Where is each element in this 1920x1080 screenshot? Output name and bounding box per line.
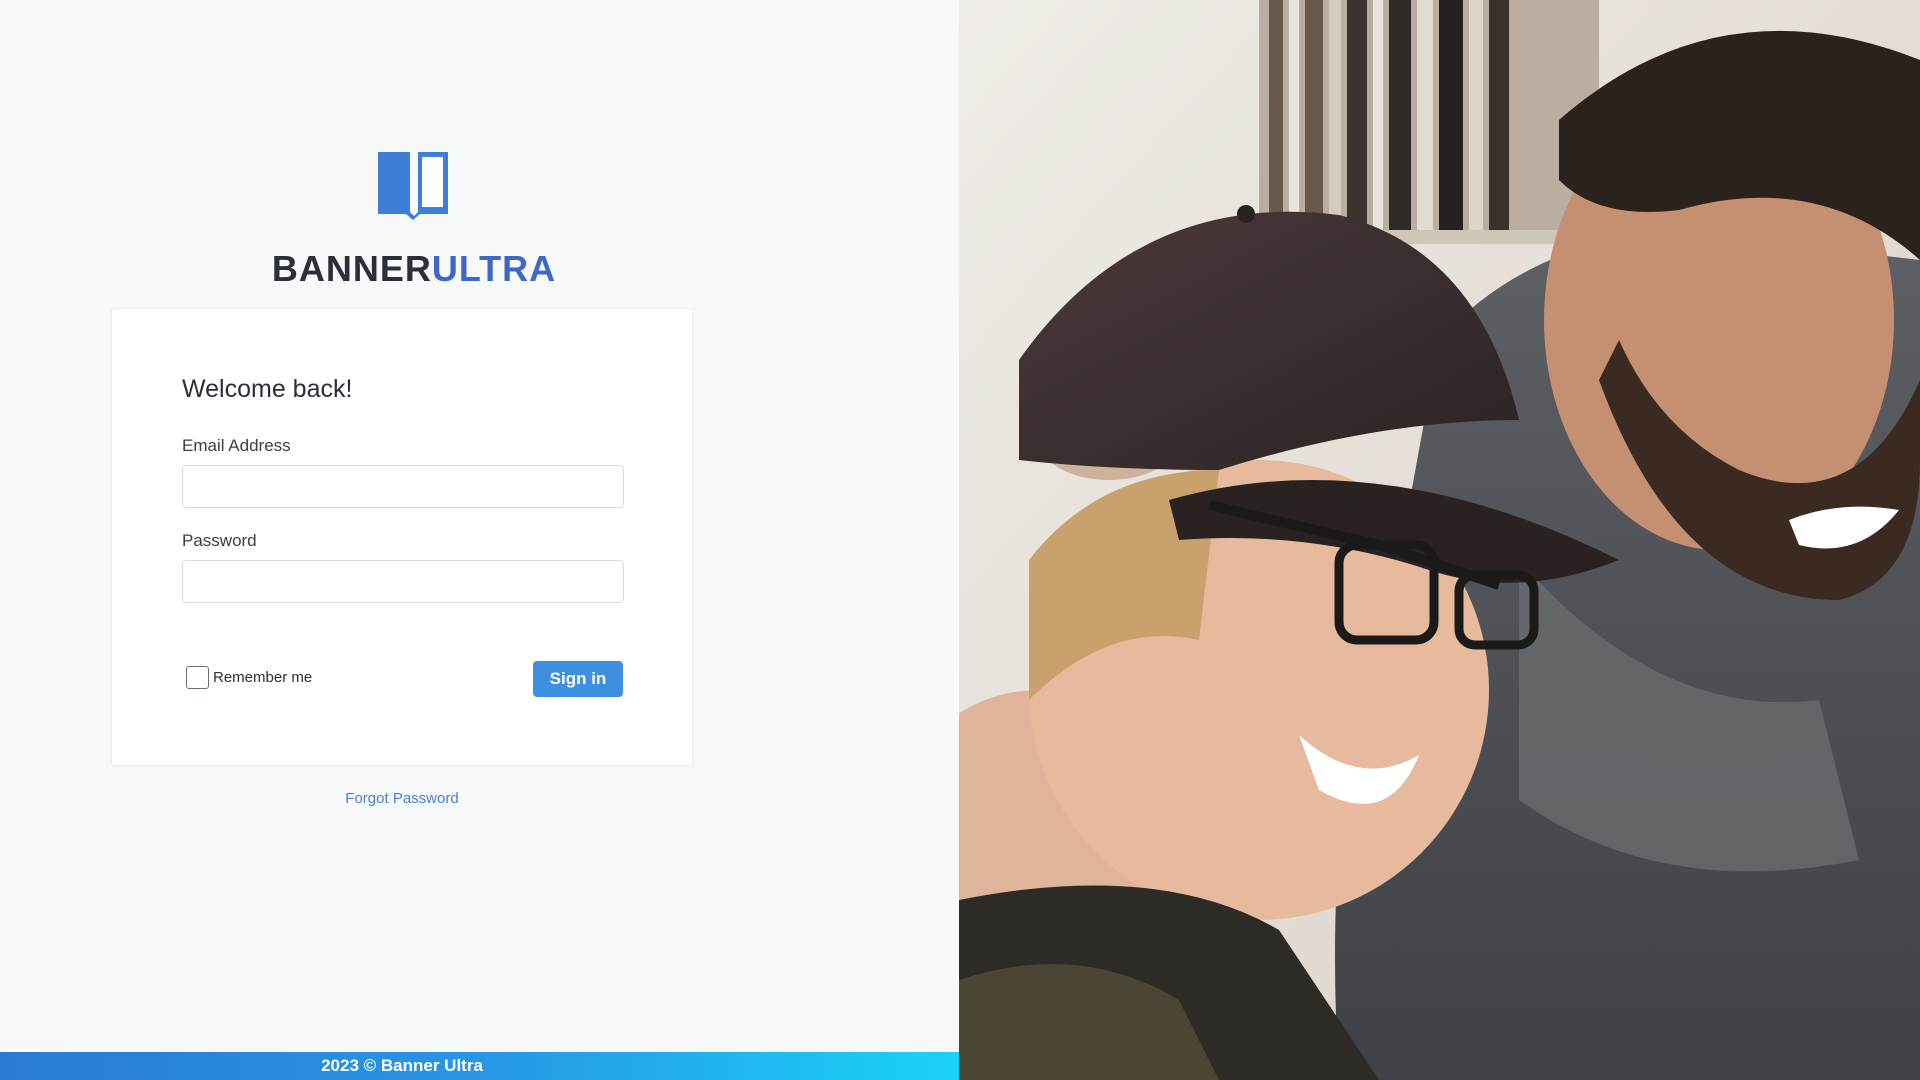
- hero-photo-illustration: [959, 0, 1920, 1080]
- email-label: Email Address: [182, 436, 291, 455]
- remember-me-toggle[interactable]: Remember me: [186, 666, 312, 689]
- forgot-password-link[interactable]: Forgot Password: [0, 790, 804, 807]
- brand-wordmark: BANNERULTRA: [0, 248, 828, 290]
- sign-in-button[interactable]: Sign in: [533, 661, 623, 697]
- brand-name-accent: ULTRA: [431, 248, 557, 289]
- open-book-icon: [378, 152, 448, 220]
- login-card: Welcome back! Email Address Password Rem…: [111, 308, 693, 766]
- login-pane: BANNERULTRA Welcome back! Email Address …: [0, 0, 959, 1080]
- brand-name-primary: BANNER: [271, 248, 432, 289]
- welcome-heading: Welcome back!: [182, 375, 353, 403]
- password-label: Password: [182, 531, 257, 550]
- footer-bar: 2023 © Banner Ultra: [0, 1052, 959, 1080]
- password-field[interactable]: [182, 560, 624, 603]
- remember-me-checkbox[interactable]: [186, 666, 209, 689]
- footer-copyright: 2023 © Banner Ultra: [321, 1056, 483, 1075]
- remember-me-label: Remember me: [213, 669, 313, 686]
- hero-photo: [959, 0, 1920, 1080]
- email-field[interactable]: [182, 465, 624, 508]
